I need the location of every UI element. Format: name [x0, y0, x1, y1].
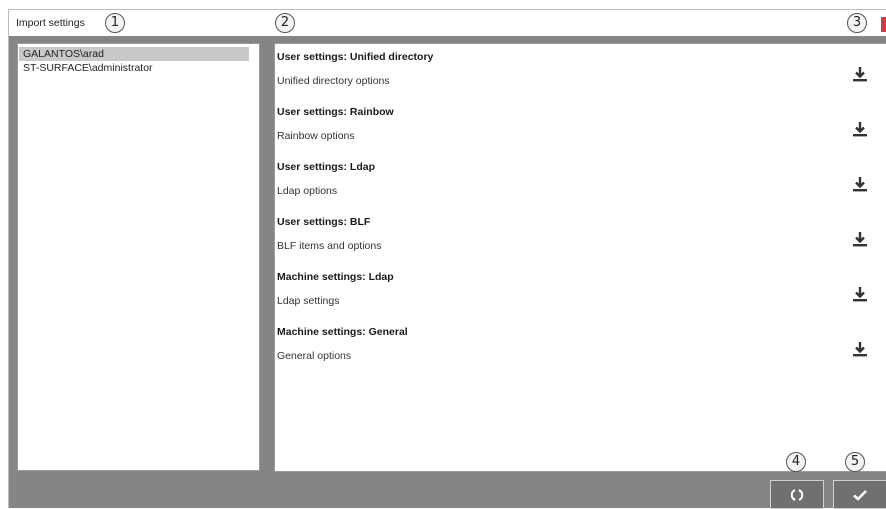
- setting-title: User settings: Unified directory: [277, 51, 434, 63]
- close-button[interactable]: [881, 17, 886, 32]
- user-list: GALANTOS\arad ST-SURFACE\administrator: [18, 44, 259, 75]
- setting-title: Machine settings: General: [277, 326, 408, 338]
- callout-1: 1: [105, 13, 125, 33]
- checkmark-icon: [853, 489, 867, 501]
- window-title: Import settings: [16, 17, 85, 29]
- refresh-icon: [790, 488, 804, 501]
- setting-title: Machine settings: Ldap: [277, 271, 394, 283]
- setting-row: User settings: Unified directory Unified…: [275, 44, 886, 99]
- import-button[interactable]: [851, 340, 869, 358]
- setting-row: User settings: Ldap Ldap options: [275, 154, 886, 209]
- settings-panel: User settings: Unified directory Unified…: [274, 43, 886, 472]
- import-button[interactable]: [851, 230, 869, 248]
- import-button[interactable]: [851, 120, 869, 138]
- download-icon: [853, 342, 867, 357]
- setting-title: User settings: Ldap: [277, 161, 376, 173]
- download-icon: [853, 287, 867, 302]
- setting-row: User settings: BLF BLF items and options: [275, 209, 886, 264]
- setting-description: Ldap options: [277, 185, 338, 197]
- setting-title: User settings: BLF: [277, 216, 371, 228]
- title-bar: Import settings: [9, 10, 886, 36]
- user-list-item[interactable]: GALANTOS\arad: [19, 47, 249, 61]
- callout-4: 4: [786, 452, 806, 472]
- setting-description: Unified directory options: [277, 75, 390, 87]
- download-icon: [853, 232, 867, 247]
- import-button[interactable]: [851, 175, 869, 193]
- setting-description: General options: [277, 350, 352, 362]
- setting-title: User settings: Rainbow: [277, 106, 394, 118]
- confirm-button[interactable]: [833, 480, 886, 509]
- callout-3: 3: [847, 13, 867, 33]
- refresh-button[interactable]: [770, 480, 824, 509]
- setting-row: Machine settings: General General option…: [275, 319, 886, 374]
- setting-description: Rainbow options: [277, 130, 355, 142]
- setting-description: BLF items and options: [277, 240, 382, 252]
- import-settings-window: Import settings GALANTOS\arad ST-SURFACE…: [8, 9, 886, 509]
- download-icon: [853, 122, 867, 137]
- setting-row: User settings: Rainbow Rainbow options: [275, 99, 886, 154]
- setting-row: Machine settings: Ldap Ldap settings: [275, 264, 886, 319]
- user-list-panel: GALANTOS\arad ST-SURFACE\administrator: [17, 43, 260, 471]
- user-list-item[interactable]: ST-SURFACE\administrator: [19, 61, 259, 75]
- callout-2: 2: [275, 13, 295, 33]
- import-button[interactable]: [851, 65, 869, 83]
- download-icon: [853, 67, 867, 82]
- callout-5: 5: [845, 452, 865, 472]
- download-icon: [853, 177, 867, 192]
- setting-description: Ldap settings: [277, 295, 340, 307]
- import-button[interactable]: [851, 285, 869, 303]
